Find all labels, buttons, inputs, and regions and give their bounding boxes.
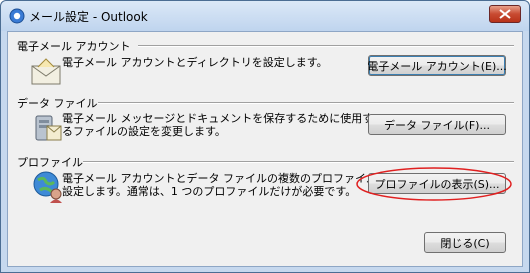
email-accounts-button[interactable]: 電子メール アカウント(E)... [367,55,507,76]
close-window-button[interactable] [489,5,521,23]
email-accounts-group-title: 電子メール アカウント [17,40,131,53]
email-accounts-description: 電子メール アカウントとディレクトリを設定します。 [62,56,328,69]
profiles-icon [33,171,62,203]
data-files-description-line2: るファイルの設定を変更します。 [62,125,226,138]
title-bar: メール設定 - Outlook [1,1,529,31]
profiles-group-title: プロファイル [17,156,83,169]
data-files-group-title: データ ファイル [17,97,98,110]
data-files-divider [98,102,514,104]
data-files-button[interactable]: データ ファイル(F)... [368,114,506,135]
mail-setup-window: メール設定 - Outlook 電子メール アカウント 電子メール アカウントと… [0,0,530,273]
dialog-body: 電子メール アカウント 電子メール アカウントとディレクトリを設定します。 電子… [7,31,523,267]
profiles-divider [83,161,514,163]
data-files-description-line1: 電子メール メッセージとドキュメントを保存するために使用す [62,112,374,125]
close-button[interactable]: 閉じる(C) [424,232,506,253]
close-icon [499,9,511,19]
email-accounts-icon [31,58,61,85]
outlook-app-icon [9,8,25,24]
data-files-icon [35,115,62,141]
highlight-ellipse [356,167,512,201]
email-accounts-divider [138,45,514,47]
profiles-description-line1: 電子メール アカウントとデータ ファイルの複数のプロファイルを [62,172,388,185]
window-title: メール設定 - Outlook [29,10,148,24]
profiles-description-line2: 設定します。通常は、1 つのプロファイルだけが必要です。 [62,185,357,198]
